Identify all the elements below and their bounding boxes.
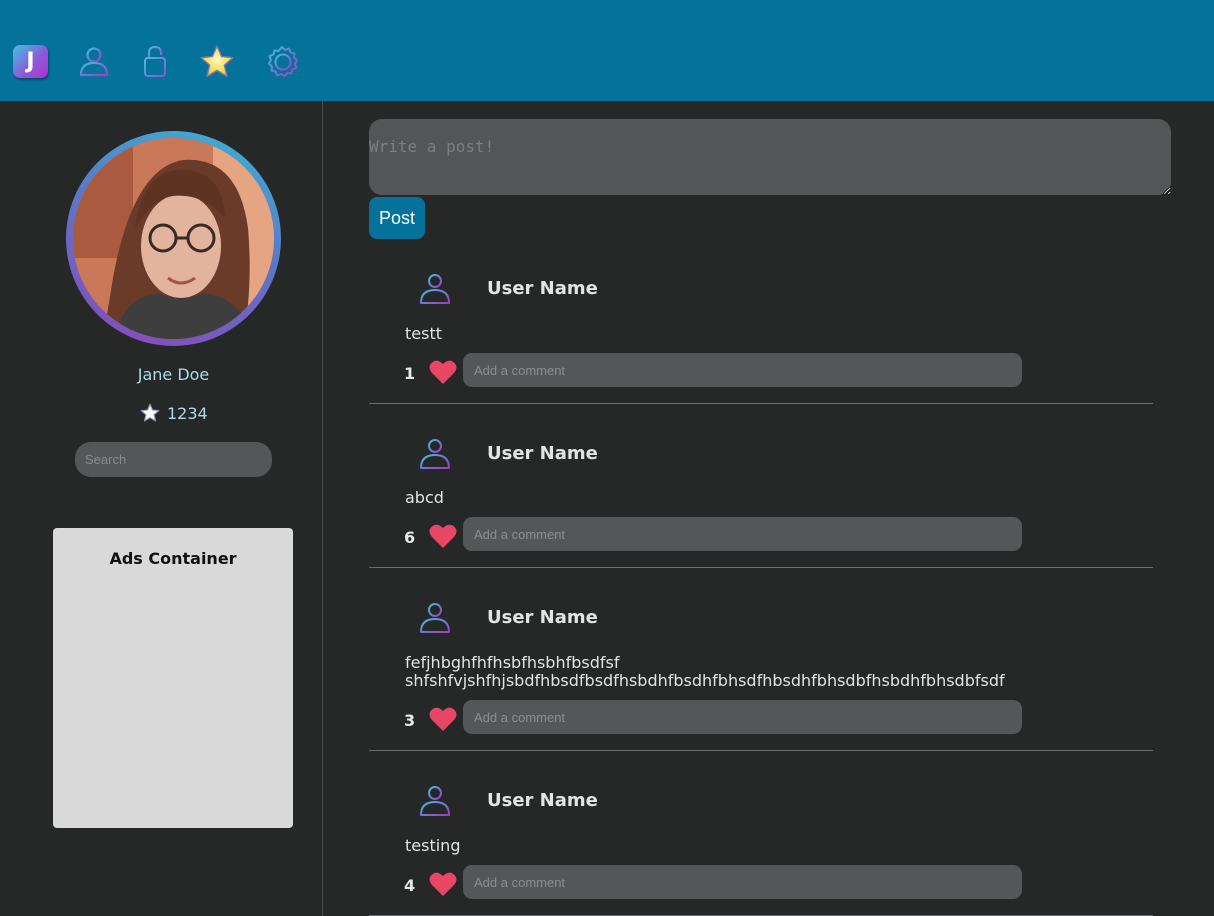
post-card: User Name abcd 6 [369,436,1153,568]
profile-name: Jane Doe [137,365,210,384]
heart-icon[interactable] [429,871,457,897]
comment-input[interactable] [463,700,1022,734]
post-composer-input[interactable] [369,119,1171,195]
comment-input[interactable] [463,865,1022,899]
gear-icon[interactable] [264,44,300,80]
post-username[interactable]: User Name [487,443,598,464]
post-card: User Name fefjhbghfhfhsbfhsbhfbsdfsf shf… [369,600,1153,751]
like-count: 3 [404,711,416,730]
ads-container: Ads Container [53,528,293,828]
post-text: abcd [405,488,444,507]
like-count: 6 [404,528,416,547]
heart-icon[interactable] [429,523,457,549]
post-button[interactable]: Post [369,197,425,239]
star-icon[interactable] [199,44,235,80]
ads-title: Ads Container [109,549,237,568]
user-avatar-icon[interactable] [417,271,453,307]
comment-input[interactable] [463,353,1022,387]
like-count: 1 [404,364,416,383]
post-username[interactable]: User Name [487,607,598,628]
post-card: User Name testt 1 [369,271,1153,404]
post-text: testt [405,324,442,343]
user-avatar-icon[interactable] [417,783,453,819]
left-sidebar: Jane Doe 1234 Ads Container [0,101,323,916]
profile-icon[interactable] [76,44,112,80]
star-icon [140,403,160,422]
search-input[interactable] [75,442,272,477]
post-username[interactable]: User Name [487,278,598,299]
lock-icon[interactable] [137,44,173,80]
points-value: 1234 [167,403,208,423]
post-text: testing [405,836,461,855]
points-display: 1234 [140,401,208,425]
user-avatar-icon[interactable] [417,600,453,636]
post-text: fefjhbghfhfhsbfhsbhfbsdfsf shfshfvjshfhj… [405,653,1005,690]
app-logo[interactable]: J [13,45,48,78]
post-username[interactable]: User Name [487,790,598,811]
comment-input[interactable] [463,517,1022,551]
user-avatar-icon[interactable] [417,436,453,472]
post-card: User Name testing 4 [369,783,1153,916]
avatar-photo [73,138,274,339]
like-count: 4 [404,876,416,895]
top-navigation-bar: J [0,0,1214,101]
heart-icon[interactable] [429,359,457,385]
profile-avatar[interactable] [66,131,281,346]
heart-icon[interactable] [429,706,457,732]
